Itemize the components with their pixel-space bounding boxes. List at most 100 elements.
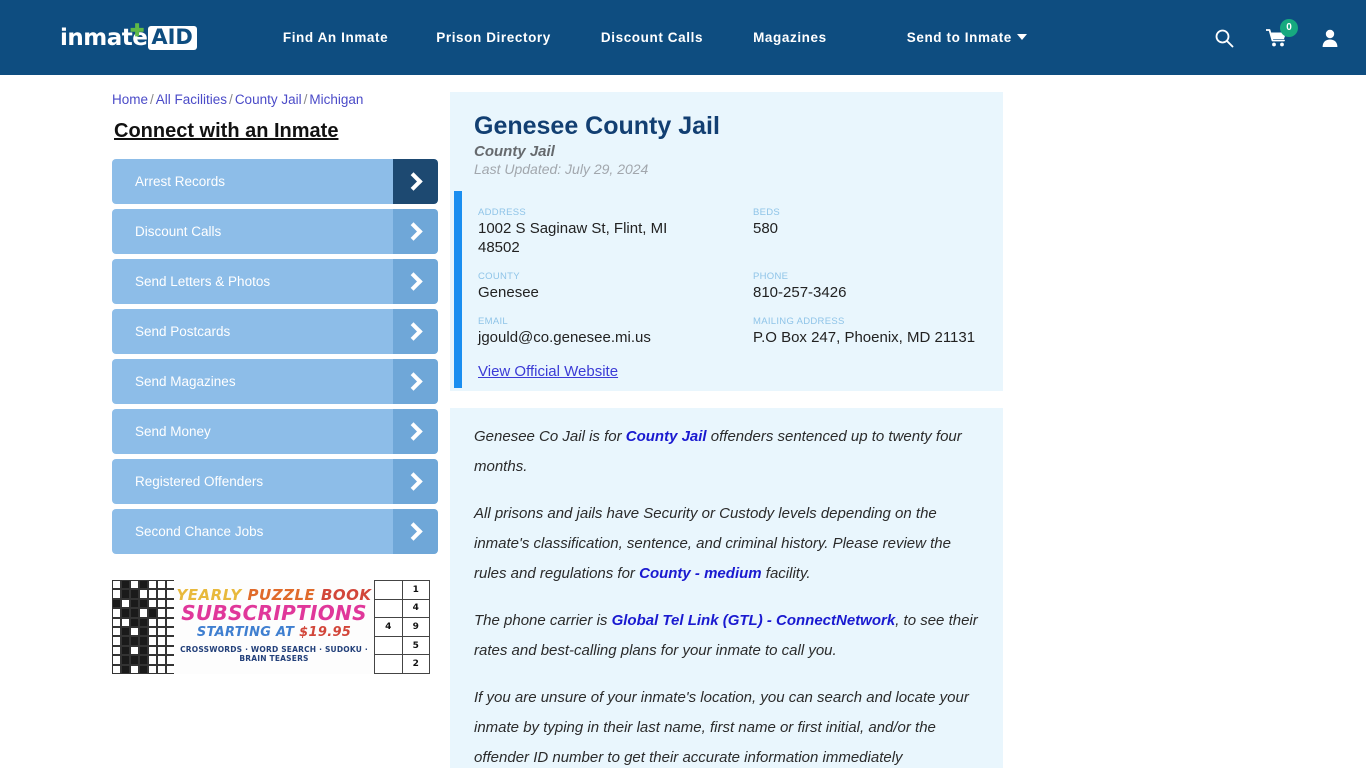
site-header: inmate AID ✚ Find An Inmate Prison Direc… bbox=[0, 0, 1366, 75]
field-label: COUNTY bbox=[478, 271, 520, 282]
header-icon-group: 0 bbox=[1214, 18, 1340, 48]
search-icon[interactable] bbox=[1214, 28, 1234, 48]
sidebar-item-label: Send Magazines bbox=[135, 374, 236, 389]
sidebar-item-send-magazines[interactable]: Send Magazines bbox=[112, 359, 438, 404]
paragraph-2: All prisons and jails have Security or C… bbox=[474, 499, 979, 589]
sidebar-item-label: Discount Calls bbox=[135, 224, 222, 239]
cart-icon[interactable]: 0 bbox=[1265, 18, 1298, 48]
sidebar-item-send-letters-photos[interactable]: Send Letters & Photos bbox=[112, 259, 438, 304]
field-value: 1002 S Saginaw St, Flint, MI 48502 bbox=[478, 220, 668, 256]
sidebar-item-discount-calls[interactable]: Discount Calls bbox=[112, 209, 438, 254]
breadcrumb-item-county-jail[interactable]: County Jail bbox=[235, 92, 302, 107]
accent-bar bbox=[454, 191, 462, 388]
facility-description: Genesee Co Jail is for County Jail offen… bbox=[450, 408, 1003, 768]
sidebar-item-label: Send Letters & Photos bbox=[135, 274, 271, 289]
p4-text-a: If you are unsure of your inmate's locat… bbox=[474, 689, 969, 766]
field-mailing-address: MAILING ADDRESS P.O Box 247, Phoenix, MD… bbox=[753, 316, 979, 347]
field-label: MAILING ADDRESS bbox=[753, 316, 845, 327]
facility-type: County Jail bbox=[474, 143, 555, 160]
field-value: jgould@co.genesee.mi.us bbox=[478, 329, 651, 346]
nav-item-send-to-inmate[interactable]: Send to Inmate bbox=[907, 30, 1027, 45]
chevron-right-icon bbox=[393, 259, 438, 304]
sidebar-item-arrest-records[interactable]: Arrest Records bbox=[112, 159, 438, 204]
green-cross-icon: ✚ bbox=[130, 20, 145, 40]
nav-item-magazines[interactable]: Magazines bbox=[753, 30, 827, 45]
ad-price-prefix: STARTING AT bbox=[196, 625, 300, 640]
link-phone-carrier[interactable]: Global Tel Link (GTL) - ConnectNetwork bbox=[612, 612, 896, 629]
breadcrumb-separator: / bbox=[229, 92, 233, 107]
field-label: BEDS bbox=[753, 207, 781, 218]
sidebar-heading: Connect with an Inmate bbox=[114, 120, 339, 142]
facility-info-grid: ADDRESS 1002 S Saginaw St, Flint, MI 485… bbox=[478, 207, 979, 361]
p2-text-b: facility. bbox=[761, 565, 811, 582]
field-value: 580 bbox=[753, 220, 779, 237]
field-email: EMAIL jgould@co.genesee.mi.us bbox=[478, 316, 753, 347]
site-logo[interactable]: inmate AID ✚ bbox=[60, 20, 197, 51]
field-phone: PHONE 810-257-3426 bbox=[753, 271, 979, 302]
chevron-right-icon bbox=[393, 159, 438, 204]
view-official-website-link[interactable]: View Official Website bbox=[478, 363, 618, 380]
facility-card: Genesee County Jail County Jail Last Upd… bbox=[450, 92, 1003, 768]
user-account-icon[interactable] bbox=[1320, 28, 1340, 48]
facility-info-block: ADDRESS 1002 S Saginaw St, Flint, MI 485… bbox=[450, 191, 1003, 391]
facility-header: Genesee County Jail County Jail Last Upd… bbox=[450, 92, 1003, 187]
breadcrumb-item-michigan[interactable]: Michigan bbox=[309, 92, 363, 107]
p3-text-a: The phone carrier is bbox=[474, 612, 612, 629]
chevron-down-icon bbox=[1016, 34, 1027, 40]
chevron-right-icon bbox=[393, 309, 438, 354]
nav-item-prison-directory[interactable]: Prison Directory bbox=[436, 30, 551, 45]
crossword-grid-graphic bbox=[112, 580, 175, 674]
sidebar-item-label: Send Money bbox=[135, 424, 211, 439]
field-value: Genesee bbox=[478, 284, 539, 301]
breadcrumb-item-all-facilities[interactable]: All Facilities bbox=[156, 92, 227, 107]
left-sidebar: Home / All Facilities / County Jail / Michigan… bbox=[0, 92, 450, 768]
main-navigation: Find An Inmate Prison Directory Discount… bbox=[283, 30, 1168, 45]
link-county-jail[interactable]: County Jail bbox=[626, 428, 707, 445]
chevron-right-icon bbox=[393, 409, 438, 454]
field-label: EMAIL bbox=[478, 316, 509, 327]
field-value: P.O Box 247, Phoenix, MD 21131 bbox=[753, 329, 976, 346]
paragraph-3: The phone carrier is Global Tel Link (GT… bbox=[474, 606, 979, 666]
puzzle-book-ad-banner[interactable]: YEARLY PUZZLE BOOK SUBSCRIPTIONS STARTIN… bbox=[112, 580, 430, 674]
sidebar-item-label: Second Chance Jobs bbox=[135, 524, 264, 539]
last-updated-text: Last Updated: July 29, 2024 bbox=[474, 161, 649, 177]
field-address: ADDRESS 1002 S Saginaw St, Flint, MI 485… bbox=[478, 207, 753, 257]
paragraph-1: Genesee Co Jail is for County Jail offen… bbox=[474, 422, 979, 482]
logo-aid-badge: AID bbox=[148, 25, 197, 50]
breadcrumb: Home / All Facilities / County Jail / Michigan bbox=[112, 92, 450, 107]
paragraph-4: If you are unsure of your inmate's locat… bbox=[474, 683, 979, 768]
page-content: Home / All Facilities / County Jail / Michigan… bbox=[0, 75, 1366, 768]
ad-categories-text: CROSSWORDS · WORD SEARCH · SUDOKU · BRAI… bbox=[180, 645, 368, 663]
sudoku-grid-graphic: 144952 bbox=[374, 580, 430, 674]
field-label: PHONE bbox=[753, 271, 789, 282]
field-county: COUNTY Genesee bbox=[478, 271, 753, 302]
cart-count-badge: 0 bbox=[1280, 18, 1298, 37]
ad-text-block: YEARLY PUZZLE BOOK SUBSCRIPTIONS STARTIN… bbox=[174, 580, 374, 674]
chevron-right-icon bbox=[393, 359, 438, 404]
ad-subscriptions-text: SUBSCRIPTIONS bbox=[181, 601, 367, 625]
ad-price-amount: $19.95 bbox=[299, 625, 352, 640]
chevron-right-icon bbox=[393, 509, 438, 554]
sidebar-item-label: Registered Offenders bbox=[135, 474, 264, 489]
nav-item-find-an-inmate[interactable]: Find An Inmate bbox=[283, 30, 388, 45]
field-beds: BEDS 580 bbox=[753, 207, 979, 257]
chevron-right-icon bbox=[393, 209, 438, 254]
ad-price-line: STARTING AT $19.95 bbox=[174, 624, 374, 642]
send-to-inmate-label: Send to Inmate bbox=[906, 30, 1012, 45]
link-county-medium[interactable]: County - medium bbox=[639, 565, 762, 582]
sidebar-item-send-money[interactable]: Send Money bbox=[112, 409, 438, 454]
chevron-right-icon bbox=[393, 459, 438, 504]
breadcrumb-separator: / bbox=[150, 92, 154, 107]
breadcrumb-item-home[interactable]: Home bbox=[112, 92, 148, 107]
section-divider bbox=[450, 391, 1003, 408]
sidebar-item-second-chance-jobs[interactable]: Second Chance Jobs bbox=[112, 509, 438, 554]
field-value: 810-257-3426 bbox=[753, 284, 847, 301]
sidebar-item-registered-offenders[interactable]: Registered Offenders bbox=[112, 459, 438, 504]
sidebar-item-label: Arrest Records bbox=[135, 174, 226, 189]
field-label: ADDRESS bbox=[478, 207, 527, 218]
page-title: Genesee County Jail bbox=[474, 112, 720, 140]
p1-text-a: Genesee Co Jail is for bbox=[474, 428, 626, 445]
sidebar-item-send-postcards[interactable]: Send Postcards bbox=[112, 309, 438, 354]
nav-item-discount-calls[interactable]: Discount Calls bbox=[601, 30, 703, 45]
main-content: Genesee County Jail County Jail Last Upd… bbox=[450, 92, 1366, 768]
